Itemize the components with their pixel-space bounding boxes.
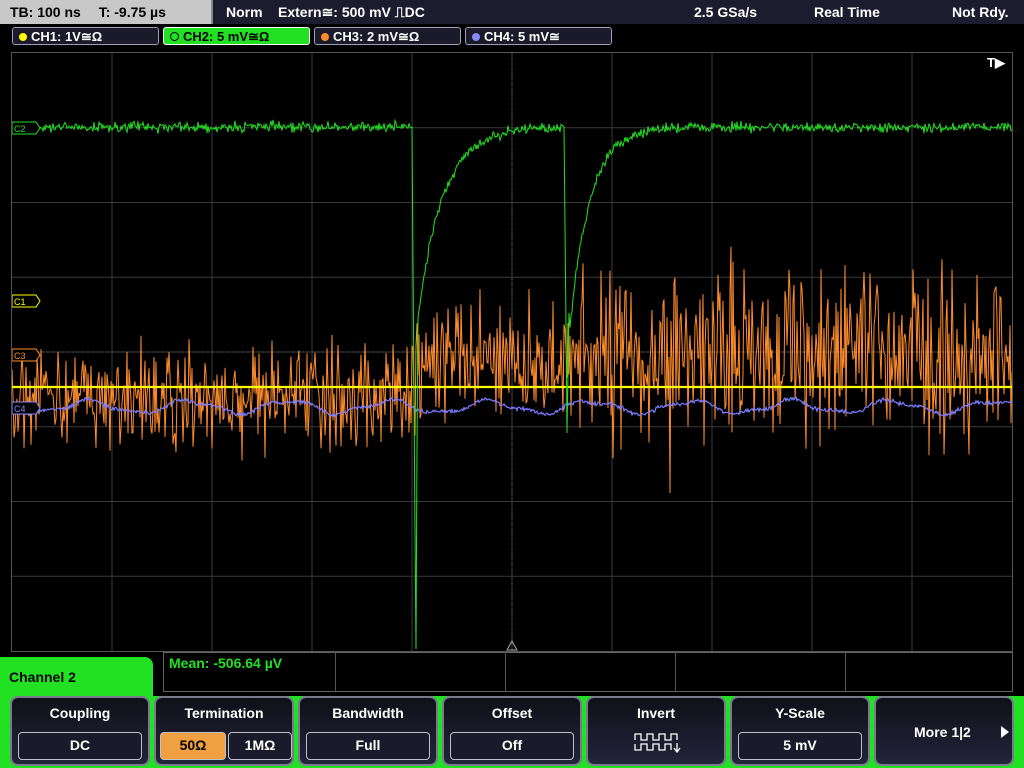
more-label: More 1|2 — [914, 724, 971, 740]
ch4-color-icon — [472, 33, 480, 41]
offset-title: Offset — [491, 705, 533, 721]
channel-1-tab[interactable]: CH1: 1V≅Ω — [12, 27, 159, 45]
channel-4-tab[interactable]: CH4: 5 mV≅ — [465, 27, 612, 45]
measurement-divider — [845, 652, 846, 692]
ch3-color-icon — [321, 33, 329, 41]
ch1-marker-label: C1 — [14, 297, 26, 307]
invert-softkey[interactable]: Invert — [586, 696, 726, 766]
ch4-label: CH4: 5 mV≅ — [484, 29, 560, 44]
coupling-value[interactable]: DC — [18, 732, 142, 760]
ch3-marker-label: C3 — [14, 351, 26, 361]
invert-title: Invert — [636, 705, 676, 721]
termination-1mohm-option[interactable]: 1MΩ — [228, 732, 292, 760]
timebase-value: TB: 100 ns — [10, 4, 81, 20]
ch2-marker-label: C2 — [14, 124, 26, 134]
ch1-label: CH1: 1V≅Ω — [31, 29, 103, 44]
channel-3-tab[interactable]: CH3: 2 mV≅Ω — [314, 27, 461, 45]
ch1-color-icon — [19, 33, 27, 41]
coupling-softkey[interactable]: Coupling DC — [10, 696, 150, 766]
termination-title: Termination — [184, 705, 264, 721]
invert-waveform-icon — [634, 733, 681, 754]
trigger-source[interactable]: Extern≅: 500 mV ⎍DC — [278, 0, 425, 24]
ch4-ground-marker[interactable]: C4 — [12, 401, 41, 415]
ch4-marker-label: C4 — [14, 404, 26, 414]
timebase-box[interactable]: TB: 100 ns T: -9.75 µs — [0, 0, 213, 24]
measurement-divider — [505, 652, 506, 692]
waveform-svg: C1 C2 C3 C4 T▶ — [12, 53, 1012, 651]
bandwidth-softkey[interactable]: Bandwidth Full — [298, 696, 438, 766]
bandwidth-title: Bandwidth — [332, 705, 404, 721]
measurement-divider — [675, 652, 676, 692]
termination-50ohm-option[interactable]: 50Ω — [160, 732, 226, 760]
ch1-ground-marker[interactable]: C1 — [12, 294, 41, 308]
ch2-ground-marker[interactable]: C2 — [12, 121, 41, 135]
sample-rate: 2.5 GSa/s — [694, 4, 758, 20]
ch2-color-icon — [170, 32, 179, 41]
y-scale-softkey[interactable]: Y-Scale 5 mV — [730, 696, 870, 766]
mean-measurement: Mean: -506.64 µV — [169, 655, 283, 671]
ch3-ground-marker[interactable]: C3 — [12, 348, 41, 362]
ch2-label: CH2: 5 mV≅Ω — [183, 29, 270, 44]
trigger-time-value: T: -9.75 µs — [98, 4, 166, 20]
more-softkey[interactable]: More 1|2 — [874, 696, 1014, 766]
acquisition-mode: Real Time — [814, 4, 880, 20]
y-scale-title: Y-Scale — [775, 705, 825, 721]
next-page-arrow-icon — [1001, 726, 1009, 738]
coupling-title: Coupling — [49, 705, 111, 721]
offset-value[interactable]: Off — [450, 732, 574, 760]
ch3-label: CH3: 2 mV≅Ω — [333, 29, 420, 44]
acquisition-status: Not Rdy. — [952, 4, 1009, 20]
trigger-mode[interactable]: Norm — [226, 0, 263, 24]
offset-softkey[interactable]: Offset Off — [442, 696, 582, 766]
measurement-panel — [163, 652, 1013, 692]
trigger-position-marker[interactable]: T▶ — [987, 55, 1006, 70]
waveform-display[interactable]: C1 C2 C3 C4 T▶ — [11, 52, 1013, 652]
measurement-divider — [335, 652, 336, 692]
bandwidth-value[interactable]: Full — [306, 732, 430, 760]
y-scale-value[interactable]: 5 mV — [738, 732, 862, 760]
termination-softkey[interactable]: Termination 50Ω 1MΩ — [154, 696, 294, 766]
channel-2-tab[interactable]: CH2: 5 mV≅Ω — [163, 27, 310, 45]
menu-title: Channel 2 — [0, 657, 153, 697]
